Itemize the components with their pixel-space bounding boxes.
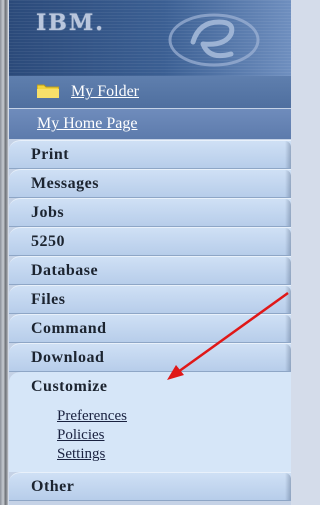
customize-label: Customize	[31, 378, 108, 395]
header-banner: IBM.	[9, 0, 291, 76]
tab-label: Print	[31, 146, 70, 163]
tab-label: Files	[31, 291, 66, 308]
ibm-logo: IBM.	[36, 10, 105, 36]
tab-database[interactable]: Database	[9, 256, 291, 285]
my-folder-link[interactable]: My Folder	[9, 76, 291, 108]
tab-label: Other	[31, 478, 75, 495]
nav-tabs: Print Messages Jobs 5250 Database Files …	[9, 140, 291, 501]
tab-command[interactable]: Command	[9, 314, 291, 343]
tab-label: Messages	[31, 175, 99, 192]
tab-jobs[interactable]: Jobs	[9, 198, 291, 227]
tab-other[interactable]: Other	[9, 472, 291, 501]
my-folder-label[interactable]: My Folder	[71, 83, 139, 101]
my-home-page-link[interactable]: My Home Page	[9, 109, 291, 139]
tab-label: Command	[31, 320, 107, 337]
customize-submenu: Preferences Policies Settings	[9, 403, 291, 472]
navigation-panel: IBM. My Folder My Home Page Print Messag…	[9, 0, 291, 505]
window-left-edge	[0, 0, 8, 505]
eserver-logo-icon	[168, 13, 260, 67]
settings-link[interactable]: Settings	[57, 445, 291, 464]
tab-files[interactable]: Files	[9, 285, 291, 314]
tab-label: Database	[31, 262, 99, 279]
tab-label: Jobs	[31, 204, 65, 221]
policies-link[interactable]: Policies	[57, 426, 291, 445]
tab-messages[interactable]: Messages	[9, 169, 291, 198]
folder-icon	[37, 84, 59, 98]
preferences-link[interactable]: Preferences	[57, 407, 291, 426]
my-home-page-label[interactable]: My Home Page	[37, 115, 137, 133]
tab-print[interactable]: Print	[9, 140, 291, 169]
tab-label: 5250	[31, 233, 65, 250]
tab-label: Download	[31, 349, 105, 366]
customize-section: Customize Preferences Policies Settings	[9, 372, 291, 472]
tab-download[interactable]: Download	[9, 343, 291, 372]
tab-5250[interactable]: 5250	[9, 227, 291, 256]
tab-customize[interactable]: Customize	[9, 372, 291, 403]
